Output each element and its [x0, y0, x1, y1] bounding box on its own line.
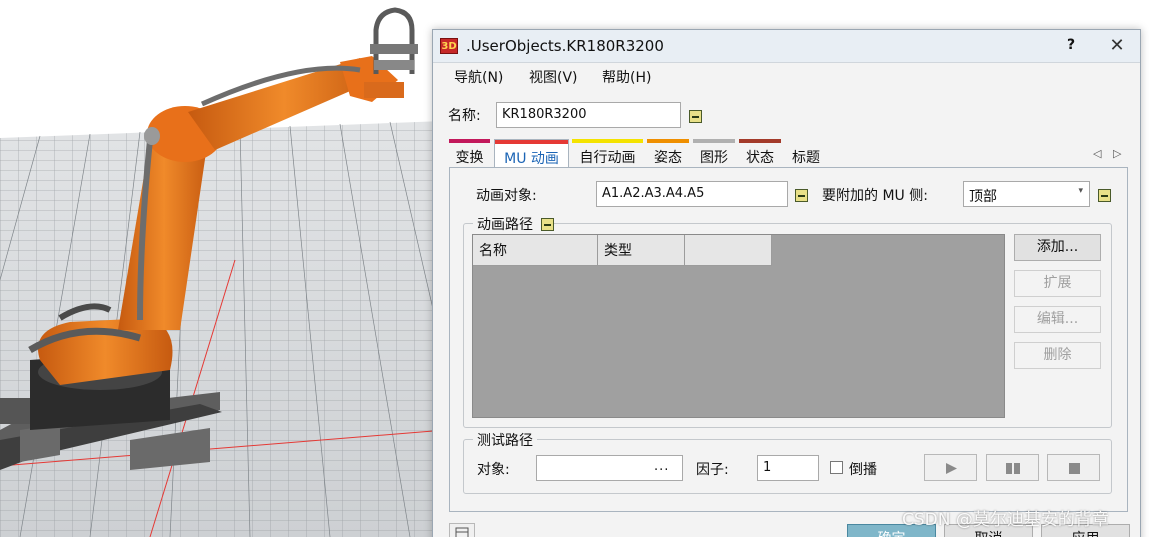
menu-bar: 导航(N) 视图(V) 帮助(H) [433, 63, 1140, 89]
mu-side-minus-icon[interactable] [1098, 189, 1111, 202]
tab-status[interactable]: 状态 [739, 139, 781, 167]
animation-object-input[interactable]: A1.A2.A3.A4.A5 [596, 181, 788, 207]
column-header-name[interactable]: 名称 [473, 235, 598, 266]
add-path-button[interactable]: 添加... [1014, 234, 1101, 261]
edit-path-button[interactable]: 编辑... [1014, 306, 1101, 333]
panel-icon [455, 527, 469, 537]
mu-animation-panel: 动画对象: A1.A2.A3.A4.A5 要附加的 MU 侧: 顶部 ▾ 动画路… [449, 167, 1128, 512]
tab-color-band [495, 140, 568, 144]
app-3d-icon: 3D [440, 38, 458, 54]
tab-graphics[interactable]: 图形 [693, 139, 735, 167]
menu-navigate[interactable]: 导航(N) [454, 67, 503, 87]
tab-color-band [647, 139, 689, 143]
tab-color-band [739, 139, 781, 143]
tab-mu-animation[interactable]: MU 动画 [494, 139, 569, 169]
tab-scroll-right-icon[interactable]: ▷ [1113, 147, 1121, 160]
tab-color-band [449, 139, 490, 143]
tab-label: 状态 [746, 150, 774, 166]
tab-color-band [693, 139, 735, 143]
animation-object-label: 动画对象: [476, 188, 537, 204]
menu-help[interactable]: 帮助(H) [602, 67, 651, 87]
path-table[interactable]: 名称 类型 [472, 234, 1005, 418]
menu-view[interactable]: 视图(V) [529, 67, 578, 87]
tab-pose[interactable]: 姿态 [647, 139, 689, 167]
delete-path-button[interactable]: 删除 [1014, 342, 1101, 369]
test-path-title: 测试路径 [473, 430, 537, 450]
browse-button[interactable]: ... [654, 459, 669, 474]
name-input[interactable]: KR180R3200 [496, 102, 681, 128]
animation-path-title: 动画路径 [473, 214, 555, 234]
reverse-checkbox[interactable] [830, 461, 843, 474]
tab-label: 图形 [700, 150, 728, 166]
column-header-extra[interactable] [685, 235, 772, 266]
name-label: 名称: [448, 108, 481, 124]
window-title: .UserObjects.KR180R3200 [466, 37, 664, 55]
tab-scroll-left-icon[interactable]: ◁ [1093, 147, 1101, 160]
factor-input[interactable]: 1 [757, 455, 819, 481]
properties-dialog: 3D .UserObjects.KR180R3200 ? ✕ 导航(N) 视图(… [432, 29, 1141, 537]
column-header-type[interactable]: 类型 [598, 235, 685, 266]
close-button[interactable]: ✕ [1105, 35, 1129, 59]
pause-icon [1006, 463, 1020, 474]
animation-path-minus-icon[interactable] [541, 218, 555, 231]
tab-strip: 变换 MU 动画 自行动画 姿态 图形 状态 标题 ◁ ▷ [449, 139, 1129, 169]
animation-path-group: 动画路径 名称 类型 添加... 扩展 编辑... 删除 [463, 214, 1112, 428]
play-icon [946, 463, 957, 474]
mu-side-value: 顶部 [969, 189, 997, 205]
title-bar[interactable]: 3D .UserObjects.KR180R3200 ? ✕ [433, 30, 1140, 63]
reverse-label: 倒播 [849, 462, 877, 478]
mu-side-select[interactable]: 顶部 ▾ [963, 181, 1090, 207]
stop-button[interactable] [1047, 454, 1100, 481]
tab-transform[interactable]: 变换 [449, 139, 490, 167]
stop-icon [1069, 463, 1080, 474]
layout-toggle-button[interactable] [449, 523, 475, 537]
animation-path-title-text: 动画路径 [477, 217, 533, 233]
tab-label: 变换 [455, 150, 484, 166]
tab-self-animation[interactable]: 自行动画 [572, 139, 643, 167]
chevron-down-icon: ▾ [1078, 186, 1083, 196]
play-button[interactable] [924, 454, 977, 481]
tab-title[interactable]: 标题 [785, 139, 827, 167]
extend-path-button[interactable]: 扩展 [1014, 270, 1101, 297]
tab-label: MU 动画 [504, 151, 559, 167]
pause-button[interactable] [986, 454, 1039, 481]
help-button[interactable]: ? [1061, 37, 1081, 57]
watermark: CSDN @莫尔迪基安的背章 [902, 510, 1109, 530]
mu-side-label: 要附加的 MU 侧: [822, 188, 928, 204]
test-object-label: 对象: [477, 462, 510, 478]
tab-label: 姿态 [654, 150, 682, 166]
test-path-group: 测试路径 对象: ... 因子: 1 倒播 [463, 430, 1112, 494]
tab-label: 自行动画 [579, 150, 636, 166]
tab-color-band [572, 139, 643, 143]
animation-object-minus-icon[interactable] [795, 189, 808, 202]
tab-label: 标题 [792, 150, 820, 166]
name-minus-icon[interactable] [689, 110, 702, 123]
factor-label: 因子: [696, 462, 729, 478]
